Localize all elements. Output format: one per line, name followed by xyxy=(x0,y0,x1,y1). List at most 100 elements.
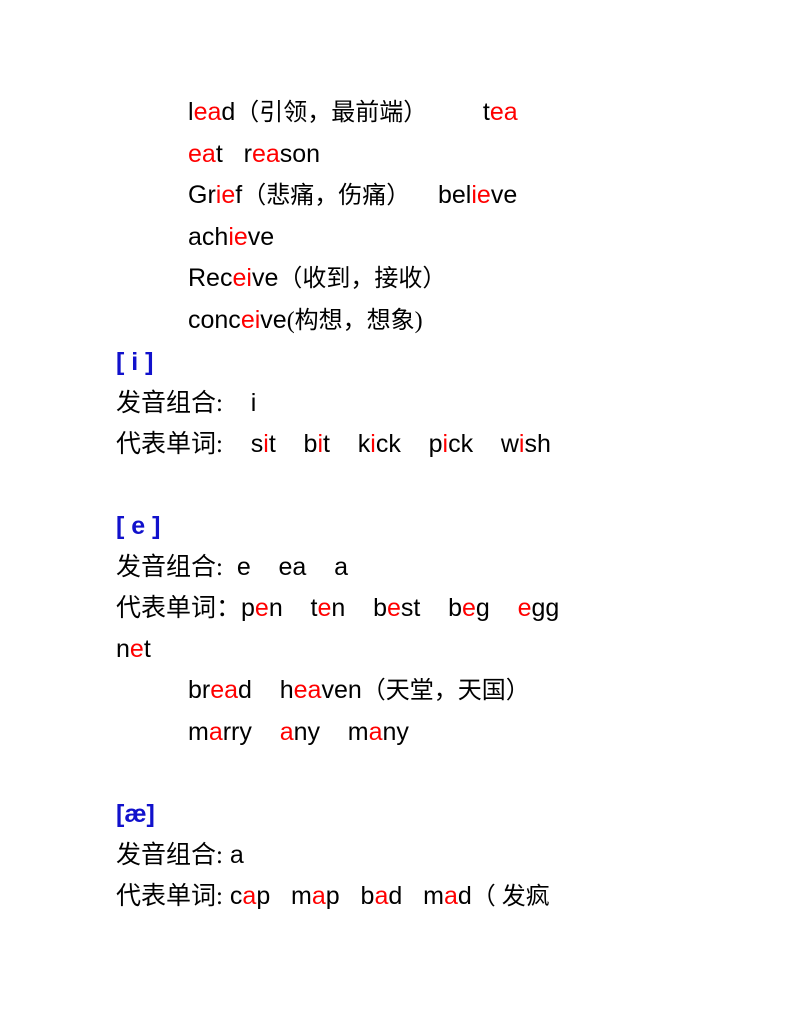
word-text: t xyxy=(215,140,223,168)
example-words-label: 代表单词: xyxy=(116,883,223,910)
word-text: p xyxy=(241,594,255,622)
highlighted-vowel: a xyxy=(279,718,294,746)
highlighted-vowel: ei xyxy=(232,264,252,292)
phoneme-heading: [æ] xyxy=(116,800,155,828)
word-text: m xyxy=(188,718,209,746)
word-text: n xyxy=(116,635,130,663)
word-text: d xyxy=(388,882,403,910)
word-text: br xyxy=(188,676,211,704)
word-text: n xyxy=(331,594,346,622)
word-text xyxy=(490,594,518,622)
word-text: t xyxy=(143,635,151,663)
line-bread-heaven: bread heaven（天堂，天国） xyxy=(116,670,716,712)
word-text: （悲痛，伤痛） xyxy=(242,183,411,209)
word-text: Rec xyxy=(188,264,233,292)
section-ae: [æ] 发音组合: a 代表单词: cap map bad mad（ 发疯 xyxy=(116,794,716,959)
words-i-1: sit bit kick pick wish xyxy=(223,430,551,458)
word-text: Gr xyxy=(188,181,216,209)
word-text: （天堂，天国） xyxy=(361,678,530,704)
word-text: t xyxy=(268,430,276,458)
word-text: s xyxy=(222,430,264,458)
line-receive: Receive（收到，接收） xyxy=(116,258,716,300)
word-text: g xyxy=(475,594,490,622)
word-text: （收到，接收） xyxy=(278,266,447,292)
example-words-row: 代表单词: cap map bad mad（ 发疯 xyxy=(116,876,716,918)
word-text: conc xyxy=(188,306,241,334)
word-text: （引领，最前端） xyxy=(235,100,428,126)
word-text xyxy=(223,140,244,168)
word-text: (构想，想象) xyxy=(286,308,423,334)
highlighted-vowel: e xyxy=(129,635,144,663)
word-text xyxy=(427,98,483,126)
section-e: [ e ] 发音组合: e ea a 代表单词：pen ten best beg e… xyxy=(116,506,716,794)
highlighted-vowel: ie xyxy=(471,181,491,209)
word-text: rry xyxy=(222,718,252,746)
intro-word-list: lead（引领，最前端） tea eat reason Grief（悲痛，伤痛） b… xyxy=(116,92,716,342)
example-words-row: 代表单词：pen ten best beg egg xyxy=(116,588,716,629)
example-words-label: 代表单词： xyxy=(116,595,242,622)
words-ae-1: cap map bad mad（ 发疯 xyxy=(223,882,550,910)
highlighted-vowel: ei xyxy=(240,306,261,334)
words-e-1: pen ten best beg egg xyxy=(241,594,559,622)
highlighted-vowel: e xyxy=(517,594,532,622)
word-text: b xyxy=(345,594,387,622)
highlighted-vowel: e xyxy=(462,594,476,622)
word-text: ven xyxy=(321,676,362,704)
word-text: k xyxy=(329,430,371,458)
word-text: ny xyxy=(293,718,320,746)
word-text: ach xyxy=(188,223,229,251)
pronunciation-combo-row: 发音组合: e ea a xyxy=(116,547,716,588)
word-text: （ 发疯 xyxy=(471,884,550,910)
word-text: w xyxy=(473,430,519,458)
highlighted-vowel: ea xyxy=(251,140,280,168)
line-eat-reason: eat reason xyxy=(116,134,716,175)
word-text: b xyxy=(275,430,318,458)
highlighted-vowel: ie xyxy=(215,181,236,209)
word-text: p xyxy=(400,430,443,458)
pronunciation-combo-value: e ea a xyxy=(222,553,349,581)
word-text: gg xyxy=(531,594,560,622)
highlighted-vowel: a xyxy=(242,882,257,910)
word-text: b xyxy=(420,594,463,622)
word-text: c xyxy=(222,882,243,910)
pronunciation-combo-value: a xyxy=(222,841,244,869)
highlighted-vowel: a xyxy=(311,882,326,910)
word-text: d xyxy=(457,882,472,910)
word-text: d xyxy=(221,98,236,126)
line-lead: lead（引领，最前端） tea xyxy=(116,92,716,134)
document-page: lead（引领，最前端） tea eat reason Grief（悲痛，伤痛） b… xyxy=(0,0,800,1036)
word-text: b xyxy=(339,882,375,910)
phoneme-sections: [ i ] 发音组合: i 代表单词: sit bit kick pick wish… xyxy=(116,342,716,959)
highlighted-vowel: e xyxy=(317,594,332,622)
word-text: sh xyxy=(524,430,551,458)
highlighted-vowel: e xyxy=(386,594,401,622)
word-text: ve xyxy=(490,181,518,209)
word-text: ck xyxy=(375,430,401,458)
pronunciation-combo-row: 发音组合: i xyxy=(116,383,716,424)
word-text: p xyxy=(325,882,340,910)
pronunciation-combo-label: 发音组合: xyxy=(116,390,223,417)
line-conceive: conceive(构想，想象) xyxy=(116,300,716,342)
word-text: p xyxy=(256,882,271,910)
word-text: d xyxy=(238,676,252,704)
word-text: ck xyxy=(448,430,474,458)
highlighted-vowel: ea xyxy=(210,676,239,704)
word-text: ve xyxy=(251,264,279,292)
highlighted-vowel: ea xyxy=(489,98,518,126)
word-text: m xyxy=(270,882,312,910)
word-text: h xyxy=(251,676,294,704)
pronunciation-combo-label: 发音组合: xyxy=(116,554,223,581)
example-words-row: net xyxy=(116,629,716,670)
highlighted-vowel: a xyxy=(374,882,389,910)
line-marry-any-many: marry any many xyxy=(116,712,716,753)
pronunciation-combo-row: 发音组合: a xyxy=(116,835,716,876)
word-text: t xyxy=(323,430,330,458)
word-text xyxy=(410,181,438,209)
word-text: st xyxy=(400,594,421,622)
highlighted-vowel: ie xyxy=(228,223,248,251)
word-text: m xyxy=(320,718,369,746)
highlighted-vowel: a xyxy=(208,718,223,746)
document-content: lead（引领，最前端） tea eat reason Grief（悲痛，伤痛） b… xyxy=(116,92,716,959)
